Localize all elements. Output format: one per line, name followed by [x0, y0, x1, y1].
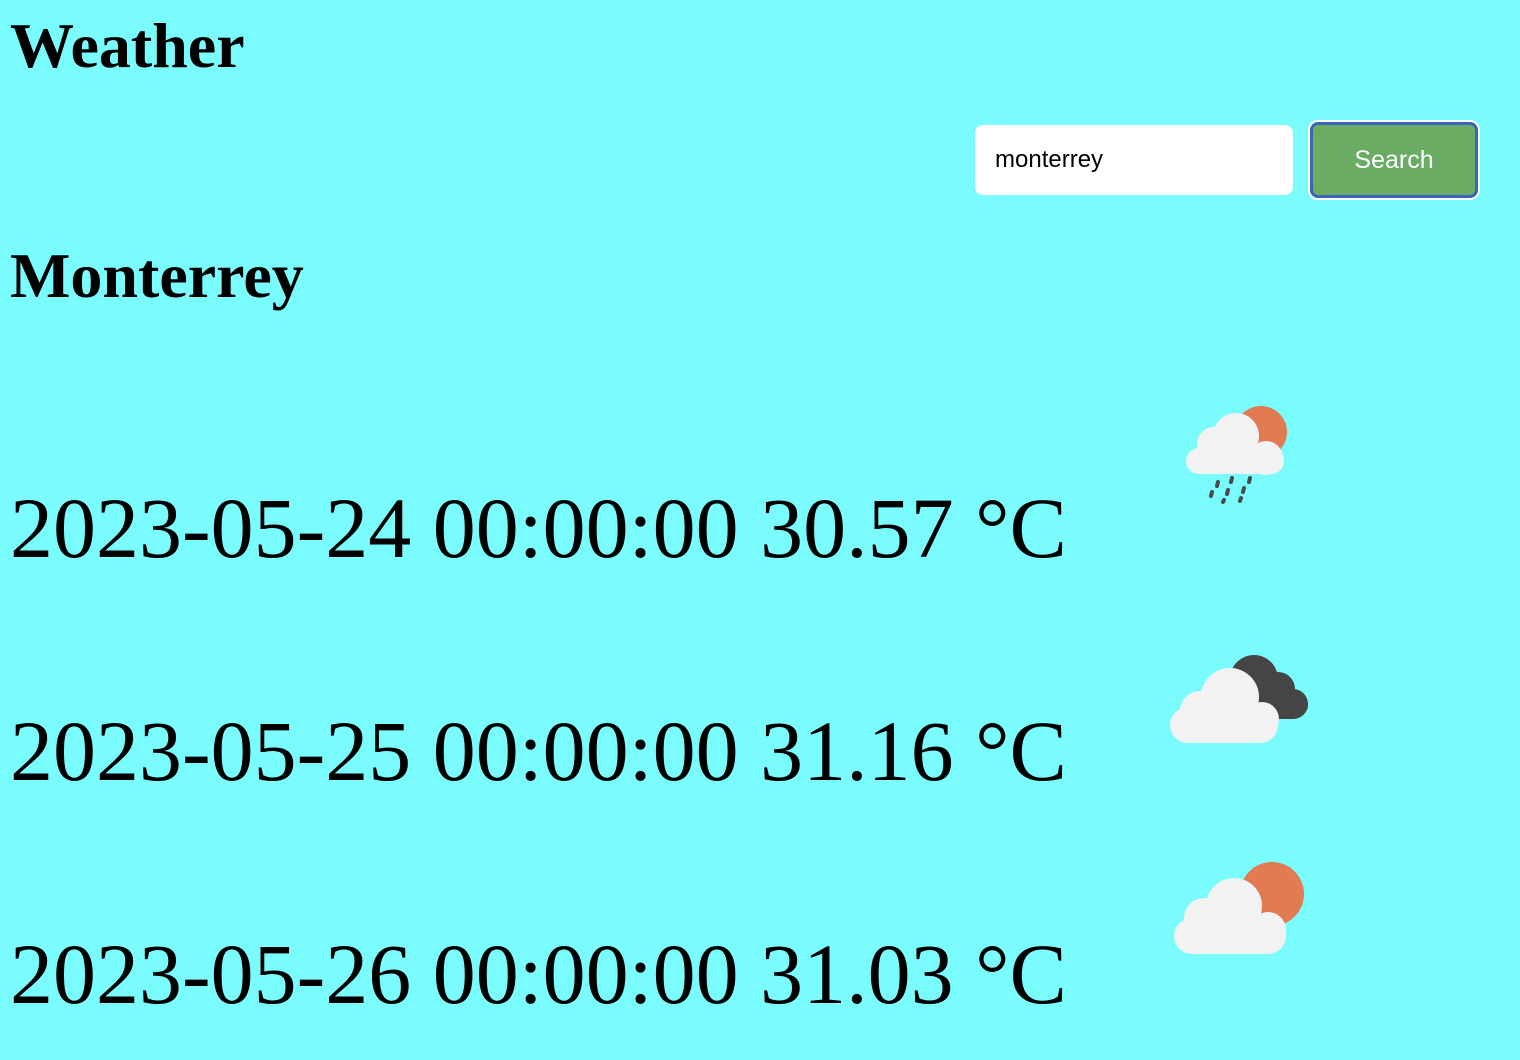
forecast-list: 2023-05-24 00:00:00 30.57 °C 2023-05-25 … — [0, 390, 1520, 1059]
forecast-text: 2023-05-24 00:00:00 30.57 °C — [10, 480, 1067, 576]
sun-cloud-icon — [1170, 860, 1320, 970]
city-name: Monterrey — [10, 240, 304, 311]
sun-cloud-rain-icon — [1180, 402, 1330, 512]
forecast-item: 2023-05-24 00:00:00 30.57 °C — [0, 390, 1520, 613]
app-title: Weather — [10, 10, 245, 81]
search-button[interactable]: Search — [1310, 122, 1478, 198]
forecast-item: 2023-05-26 00:00:00 31.03 °C — [0, 836, 1520, 1059]
search-input[interactable] — [975, 125, 1293, 195]
forecast-item: 2023-05-25 00:00:00 31.16 °C — [0, 613, 1520, 836]
search-bar: Search — [975, 122, 1478, 198]
forecast-text: 2023-05-26 00:00:00 31.03 °C — [10, 926, 1067, 1022]
forecast-text: 2023-05-25 00:00:00 31.16 °C — [10, 703, 1067, 799]
dark-cloud-icon — [1166, 633, 1316, 743]
